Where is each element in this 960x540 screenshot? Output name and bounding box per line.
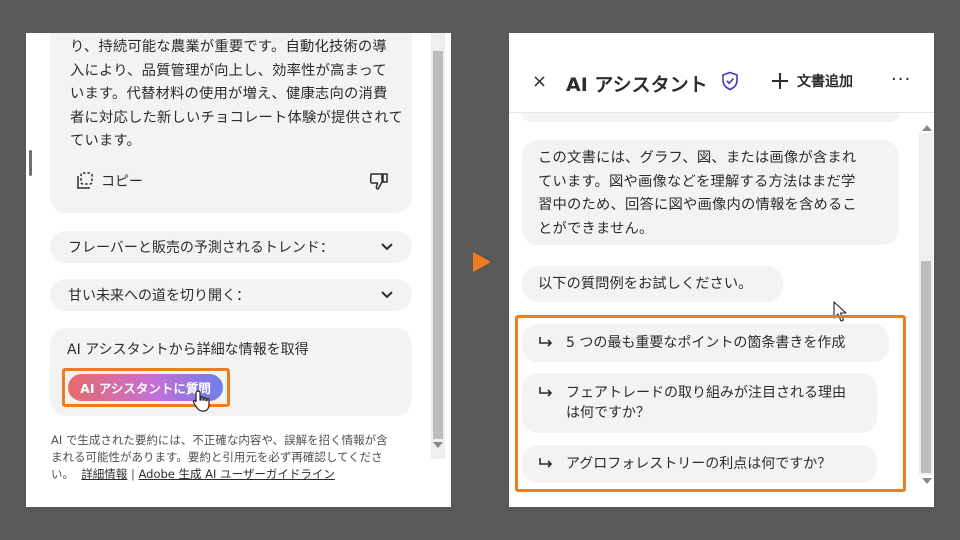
suggestion-chip[interactable]: フェアトレードの取り組みが注目される理由 は何ですか？ [522, 373, 877, 433]
details-link[interactable]: 詳細情報 [81, 467, 127, 481]
suggestion-text: は何ですか？ [566, 405, 650, 421]
scroll-down-arrow[interactable] [922, 478, 932, 484]
disclaimer-line: まれる可能性があります。要約と引用元を必ず再確認してくださ [51, 450, 383, 464]
try-questions-message: 以下の質問例をお試しください。 [522, 266, 783, 302]
answer-line: います。代替材料の使用が増え、健康志向の消費 [70, 86, 388, 103]
disclaimer-line: AI で生成された要約には、不正確な内容や、誤解を招く情報が含 [51, 433, 388, 447]
info-line: この文書には、グラフ、図、または画像が含まれ [538, 150, 857, 166]
close-button[interactable]: × [532, 72, 547, 92]
disclaimer: AI で生成された要約には、不正確な内容や、誤解を招く情報が含 まれる可能性があ… [51, 432, 426, 483]
suggestion-text: アグロフォレストリーの利点は何ですか？ [566, 456, 832, 472]
answer-line: 者に対応した新しいチョコレート体験が提供されて [70, 109, 403, 126]
answer-line: り、持続可能な農業が重要です。自動化技術の導 [70, 39, 387, 55]
info-line: とができません。 [538, 220, 654, 237]
disclaimer-end: い。 [51, 467, 74, 481]
assistant-panel: × AI アシスタント 文書追加 ··· この文書には、グラフ、図、または画像が… [509, 33, 934, 507]
accordion-trends[interactable]: フレーバーと販売の予測されるトレンド： [50, 231, 412, 263]
shield-icon[interactable] [721, 71, 739, 91]
link-separator: | [130, 467, 135, 481]
info-line: ています。図や画像などを理解する方法はまだ学 [538, 173, 856, 190]
previous-message [522, 113, 899, 122]
more-icon[interactable]: ··· [891, 69, 911, 90]
accordion-label: 甘い未来への道を切り開く： [68, 288, 250, 304]
copy-label: コピー [101, 174, 143, 190]
info-line: 習中のため、回答に図や画像内の情報を含めるこ [538, 197, 857, 214]
thumbs-down-icon[interactable] [368, 170, 390, 192]
reply-arrow-icon [539, 337, 553, 347]
scroll-up-arrow[interactable] [922, 125, 932, 131]
assistant-header: × AI アシスタント 文書追加 ··· [509, 33, 934, 113]
reply-arrow-icon [539, 458, 553, 468]
hand-cursor-icon [192, 390, 210, 412]
reply-arrow-icon [539, 387, 553, 397]
info-message: この文書には、グラフ、図、または画像が含まれ ています。図や画像などを理解する方… [522, 140, 899, 245]
add-document-label: 文書追加 [797, 74, 853, 90]
answer-text: り、持続可能な農業が重要です。自動化技術の導 入により、品質管理が向上し、効率性… [70, 36, 405, 154]
disclaimer-line-last: い。 詳細情報 | Adobe 生成 AI ユーザーガイドライン [51, 466, 426, 483]
suggestion-chip[interactable]: 5 つの最も重要なポイントの箇条書きを作成 [522, 324, 889, 362]
accordion-label: フレーバーと販売の予測されるトレンド： [68, 240, 334, 256]
transition-arrow-icon [473, 252, 491, 272]
chevron-down-icon [381, 243, 393, 251]
resize-handle[interactable] [29, 150, 32, 176]
summary-panel: り、持続可能な農業が重要です。自動化技術の導 入により、品質管理が向上し、効率性… [26, 33, 451, 507]
accordion-future[interactable]: 甘い未来への道を切り開く： [50, 279, 412, 311]
answer-line: 入により、品質管理が向上し、効率性が高まって [70, 62, 387, 79]
copy-icon [77, 172, 93, 189]
suggestion-text: フェアトレードの取り組みが注目される理由 [566, 385, 846, 401]
guidelines-link[interactable]: Adobe 生成 AI ユーザーガイドライン [139, 467, 335, 481]
plus-icon [772, 73, 788, 89]
suggestion-text: 5 つの最も重要なポイントの箇条書きを作成 [566, 335, 846, 351]
chevron-down-icon [381, 291, 393, 299]
ask-assistant-title: AI アシスタントから詳細な情報を取得 [67, 342, 309, 358]
suggestion-chip[interactable]: アグロフォレストリーの利点は何ですか？ [522, 445, 877, 483]
scroll-down-arrow[interactable] [433, 442, 443, 448]
copy-button[interactable]: コピー [75, 170, 143, 192]
scrollbar-thumb[interactable] [433, 51, 443, 439]
scrollbar-thumb[interactable] [921, 261, 931, 473]
add-document-button[interactable]: 文書追加 [771, 71, 853, 91]
assistant-title: AI アシスタント [566, 74, 708, 96]
answer-line: ています。 [70, 133, 142, 150]
